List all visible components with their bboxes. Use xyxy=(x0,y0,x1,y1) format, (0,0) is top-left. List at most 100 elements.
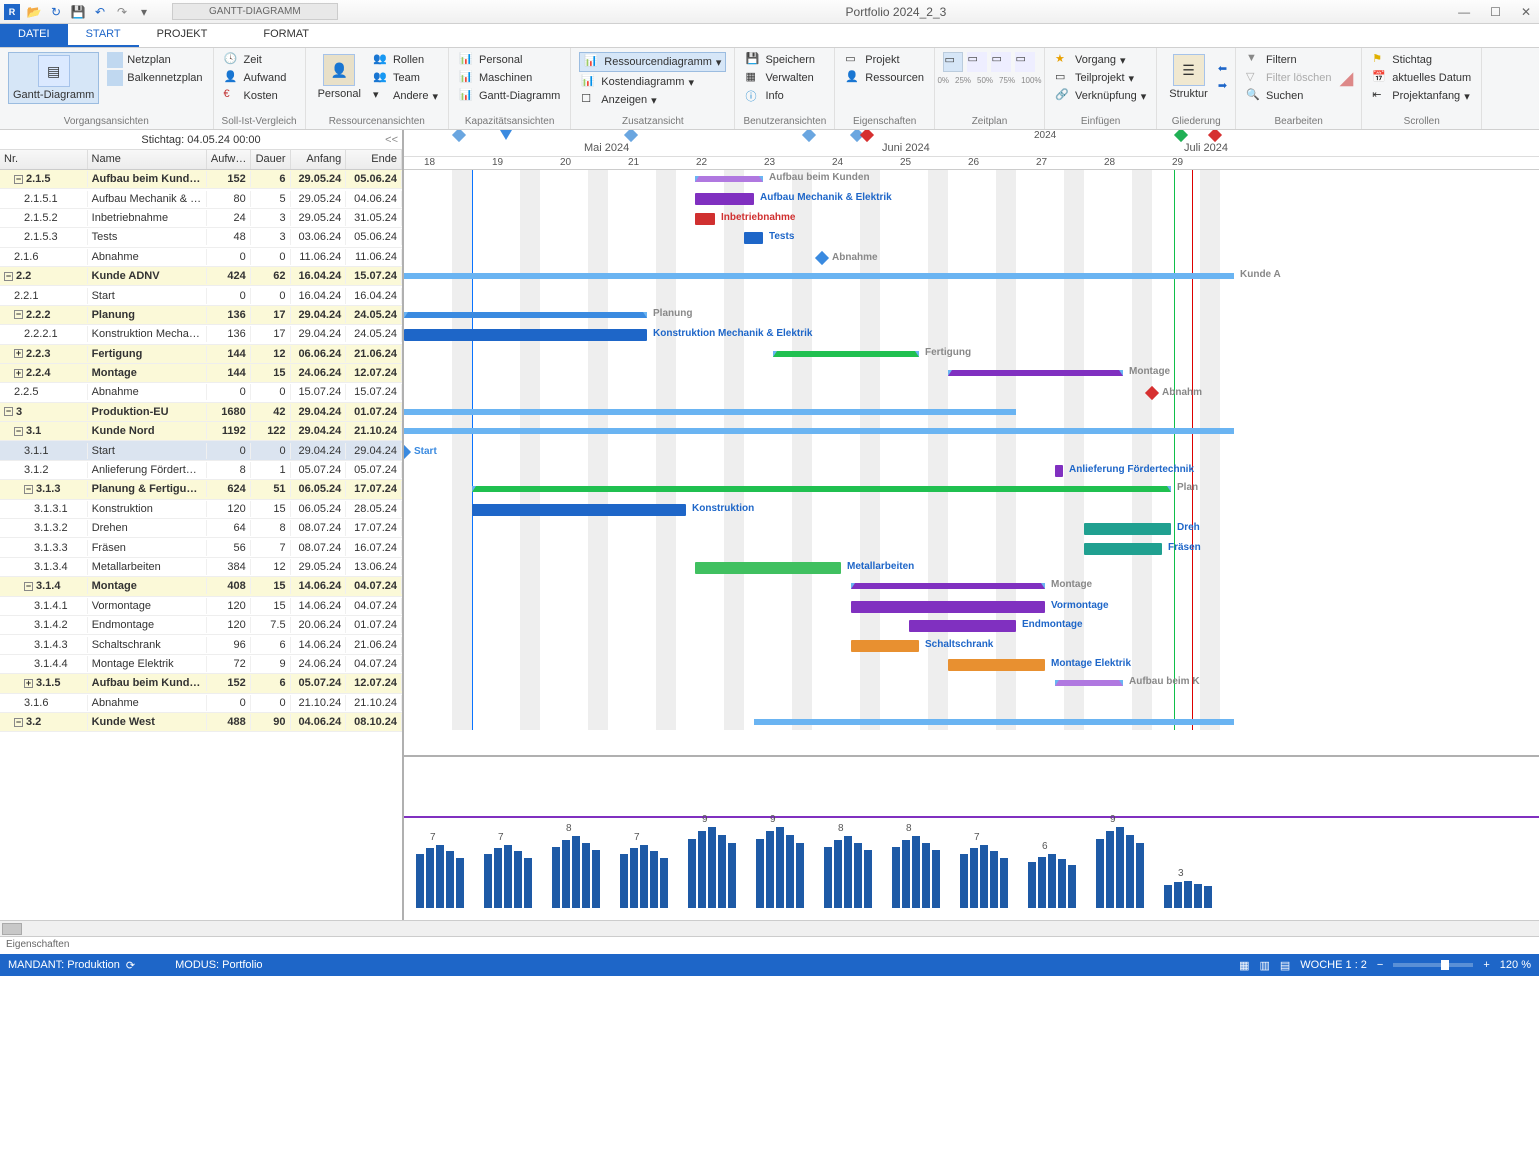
save-icon[interactable]: 💾 xyxy=(70,4,86,20)
table-row[interactable]: 2.2.5Abnahme0015.07.2415.07.24 xyxy=(0,383,402,402)
kap-personal-button[interactable]: 📊Personal xyxy=(457,52,562,68)
refresh-status-icon[interactable]: ⟳ xyxy=(126,959,135,972)
verwalten-button[interactable]: ▦Verwalten xyxy=(743,70,826,86)
table-row[interactable]: 3.1.4.1Vormontage1201514.06.2404.07.24 xyxy=(0,597,402,616)
andere-button[interactable]: ▾Andere ▾ xyxy=(371,88,440,104)
table-row[interactable]: 3.1.3.4Metallarbeiten3841229.05.2413.06.… xyxy=(0,558,402,577)
table-row[interactable]: 3.1.3.3Fräsen56708.07.2416.07.24 xyxy=(0,538,402,557)
scroll-thumb[interactable] xyxy=(2,923,22,935)
team-button[interactable]: 👥Team xyxy=(371,70,440,86)
refresh-icon[interactable]: ↻ xyxy=(48,4,64,20)
kap-maschinen-button[interactable]: 📊Maschinen xyxy=(457,70,562,86)
redo-icon[interactable]: ↷ xyxy=(114,4,130,20)
col-header-dauer[interactable]: Dauer xyxy=(251,150,291,169)
tab-projekt[interactable]: PROJEKT xyxy=(139,24,226,47)
tree-toggle[interactable]: + xyxy=(24,679,33,688)
table-row[interactable]: 2.2.2.1Konstruktion Mecha…1361729.04.242… xyxy=(0,325,402,344)
stichtag-scroll-button[interactable]: ⚑Stichtag xyxy=(1370,52,1473,68)
table-row[interactable]: 2.2.1Start0016.04.2416.04.24 xyxy=(0,286,402,305)
horizontal-scrollbar[interactable] xyxy=(0,920,1539,936)
tab-datei[interactable]: DATEI xyxy=(0,24,68,47)
undo-icon[interactable]: ↶ xyxy=(92,4,108,20)
view-icon-3[interactable]: ▤ xyxy=(1280,959,1290,972)
table-row[interactable]: 3.1.3.1Konstruktion1201506.05.2428.05.24 xyxy=(0,500,402,519)
tab-start[interactable]: START xyxy=(68,24,139,47)
tree-toggle[interactable]: − xyxy=(14,175,23,184)
close-button[interactable]: ✕ xyxy=(1517,5,1535,19)
aktuelles-datum-button[interactable]: 📅aktuelles Datum xyxy=(1370,70,1473,86)
col-header-nr[interactable]: Nr. xyxy=(0,150,88,169)
eraser-icon[interactable]: ◢ xyxy=(1339,68,1353,89)
gantt-body[interactable]: Aufbau beim KundenAufbau Mechanik & Elek… xyxy=(404,170,1539,730)
zoom-100-icon[interactable]: ▭ xyxy=(1015,52,1035,72)
tab-format[interactable]: FORMAT xyxy=(245,24,327,47)
table-row[interactable]: −2.2.2Planung1361729.04.2424.05.24 xyxy=(0,306,402,325)
zeit-button[interactable]: 🕓Zeit xyxy=(222,52,297,68)
table-row[interactable]: 2.1.5.1Aufbau Mechanik & …80529.05.2404.… xyxy=(0,189,402,208)
table-row[interactable]: 3.1.2Anlieferung Fördert…8105.07.2405.07… xyxy=(0,461,402,480)
tree-toggle[interactable]: − xyxy=(4,272,13,281)
table-row[interactable]: 3.1.6Abnahme0021.10.2421.10.24 xyxy=(0,694,402,713)
verknuepfung-button[interactable]: 🔗Verknüpfung ▾ xyxy=(1053,88,1148,104)
minimize-button[interactable]: — xyxy=(1454,5,1474,19)
personal-button[interactable]: 👤 Personal xyxy=(314,52,365,104)
zoom-slider[interactable] xyxy=(1393,963,1473,967)
col-header-ende[interactable]: Ende xyxy=(346,150,402,169)
speichern-button[interactable]: 💾Speichern xyxy=(743,52,826,68)
table-row[interactable]: 3.1.3.2Drehen64808.07.2417.07.24 xyxy=(0,519,402,538)
table-row[interactable]: 3.1.4.3Schaltschrank96614.06.2421.06.24 xyxy=(0,635,402,654)
anzeigen-button[interactable]: ☐Anzeigen ▾ xyxy=(579,92,726,108)
netzplan-button[interactable]: Netzplan xyxy=(105,52,204,68)
table-row[interactable]: +3.1.5Aufbau beim Kund…152605.07.2412.07… xyxy=(0,674,402,693)
struktur-button[interactable]: ☰ Struktur xyxy=(1165,52,1212,102)
table-row[interactable]: +2.2.4Montage1441524.06.2412.07.24 xyxy=(0,364,402,383)
tree-toggle[interactable]: − xyxy=(4,407,13,416)
zoom-out-button[interactable]: − xyxy=(1377,959,1383,971)
col-header-anfang[interactable]: Anfang xyxy=(291,150,347,169)
table-row[interactable]: −3.1.4Montage4081514.06.2404.07.24 xyxy=(0,577,402,596)
properties-bar[interactable]: Eigenschaften xyxy=(0,936,1539,954)
collapse-grid-button[interactable]: << xyxy=(385,134,398,146)
tree-toggle[interactable]: − xyxy=(14,310,23,319)
grid-body[interactable]: −2.1.5Aufbau beim Kund…152629.05.2405.06… xyxy=(0,170,402,920)
table-row[interactable]: 2.1.6Abnahme0011.06.2411.06.24 xyxy=(0,248,402,267)
open-icon[interactable]: 📂 xyxy=(26,4,42,20)
table-row[interactable]: 3.1.1Start0029.04.2429.04.24 xyxy=(0,441,402,460)
zoom-50-icon[interactable]: ▭ xyxy=(967,52,987,72)
qat-menu-icon[interactable]: ▾ xyxy=(136,4,152,20)
vorgang-button[interactable]: ★Vorgang ▾ xyxy=(1053,52,1148,68)
suchen-button[interactable]: 🔍Suchen xyxy=(1244,88,1333,104)
gantt-pane[interactable]: 2024 Mai 2024 Juni 2024 Juli 2024 181920… xyxy=(404,130,1539,920)
table-row[interactable]: −3.1.3Planung & Fertigu…6245106.05.2417.… xyxy=(0,480,402,499)
kostendiagramm-button[interactable]: 📊Kostendiagramm ▾ xyxy=(579,74,726,90)
kap-gantt-button[interactable]: 📊Gantt-Diagramm xyxy=(457,88,562,104)
zoom-25-icon[interactable]: ▭ xyxy=(943,52,963,72)
table-row[interactable]: 3.1.4.4Montage Elektrik72924.06.2404.07.… xyxy=(0,655,402,674)
info-button[interactable]: ⓘInfo xyxy=(743,88,826,104)
zoom-75-icon[interactable]: ▭ xyxy=(991,52,1011,72)
view-icon-1[interactable]: ▦ xyxy=(1239,959,1249,972)
tree-toggle[interactable]: − xyxy=(24,485,33,494)
tree-toggle[interactable]: − xyxy=(24,582,33,591)
table-row[interactable]: 2.1.5.2Inbetriebnahme24329.05.2431.05.24 xyxy=(0,209,402,228)
filtern-button[interactable]: ▼Filtern xyxy=(1244,52,1333,68)
col-header-aufw[interactable]: Aufw… xyxy=(207,150,251,169)
rollen-button[interactable]: 👥Rollen xyxy=(371,52,440,68)
teilprojekt-button[interactable]: ▭Teilprojekt ▾ xyxy=(1053,70,1148,86)
view-icon-2[interactable]: ▥ xyxy=(1259,959,1269,972)
zoom-in-button[interactable]: + xyxy=(1483,959,1489,971)
gantt-diagramm-button[interactable]: ▤ Gantt-Diagramm xyxy=(8,52,99,104)
tree-toggle[interactable]: + xyxy=(14,349,23,358)
tree-toggle[interactable]: − xyxy=(14,718,23,727)
projektanfang-button[interactable]: ⇤Projektanfang ▾ xyxy=(1370,88,1473,104)
table-row[interactable]: −3.1Kunde Nord119212229.04.2421.10.24 xyxy=(0,422,402,441)
projekt-eig-button[interactable]: ▭Projekt xyxy=(843,52,926,68)
tree-toggle[interactable]: + xyxy=(14,369,23,378)
table-row[interactable]: −2.2Kunde ADNV4246216.04.2415.07.24 xyxy=(0,267,402,286)
table-row[interactable]: 2.1.5.3Tests48303.06.2405.06.24 xyxy=(0,228,402,247)
table-row[interactable]: −3.2Kunde West4889004.06.2408.10.24 xyxy=(0,713,402,732)
kosten-button[interactable]: €Kosten xyxy=(222,88,297,104)
maximize-button[interactable]: ☐ xyxy=(1486,5,1505,19)
table-row[interactable]: −3Produktion-EU16804229.04.2401.07.24 xyxy=(0,403,402,422)
balkennetzplan-button[interactable]: Balkennetzplan xyxy=(105,70,204,86)
